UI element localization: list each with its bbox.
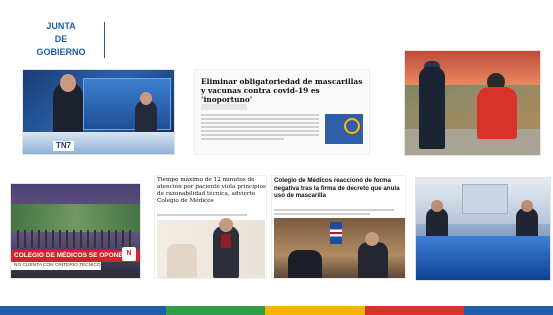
news-article-clip-decree: Colegio de Médicos reaccionó de forma ne… [271, 175, 406, 279]
guest-head [140, 92, 152, 105]
news-article-clip-attention-time: Tiempo máximo de 12 minutos de atención … [154, 175, 267, 279]
press-clippings-slide: JUNTA DE GOBIERNO TN7 Eliminar obligator… [0, 0, 553, 315]
tv-news-clip-colegio: COLEGIO DE MÉDICOS SE OPONE NO CUENTA CO… [10, 183, 141, 279]
rescue-team-photo [404, 50, 541, 156]
studio-desk [416, 236, 550, 280]
article-summary-lines [274, 209, 394, 217]
tv-interview-studio-clip [415, 177, 551, 281]
officer-silhouette [419, 67, 445, 149]
lower-third-banner: COLEGIO DE MÉDICOS SE OPONE [11, 250, 140, 262]
news-article-clip-masks-vaccines: Eliminar obligatoriedad de mascarillas y… [194, 69, 370, 155]
studio-screen [83, 78, 171, 130]
host-head [431, 200, 443, 212]
presenter-head [60, 74, 76, 92]
official-signing-silhouette [288, 250, 322, 278]
footer-stripe [165, 306, 266, 315]
tv-news-studio-clip: TN7 [22, 69, 175, 155]
studio-desk [23, 132, 174, 154]
guest-head [521, 200, 533, 212]
costa-rica-flag [330, 222, 342, 244]
byline [157, 214, 247, 216]
logo-line-1: JUNTA [46, 21, 76, 31]
lower-third-subtitle: NO CUENTA CON CRITERIO TÉCNICO [11, 262, 102, 270]
official-head [365, 232, 379, 246]
footer-stripe [265, 306, 365, 315]
channel-logo: N [122, 247, 136, 261]
studio-screen [462, 184, 508, 214]
background-trees [11, 204, 140, 232]
medic-red-uniform [477, 87, 517, 139]
subtitle-text: NO CUENTA CON CRITERIO TÉCNICO [14, 263, 101, 268]
logo-line-2: DE [54, 34, 68, 44]
article-headline: Colegio de Médicos reaccionó de forma ne… [274, 177, 400, 200]
doctor-tie [221, 234, 231, 248]
fence [17, 230, 135, 248]
guest-silhouette [516, 208, 538, 238]
doctor-head [219, 218, 233, 232]
advertisement-image [325, 114, 363, 144]
logo-divider [104, 22, 105, 58]
article-body-lines [201, 114, 319, 142]
footer-stripe [364, 306, 465, 315]
article-headline: Tiempo máximo de 12 minutos de atención … [157, 177, 266, 204]
footer-stripe [464, 306, 553, 315]
host-silhouette [426, 208, 448, 238]
logo-line-3: GOBIERNO [36, 47, 86, 57]
article-headline: Eliminar obligatoriedad de mascarillas y… [201, 77, 363, 104]
official-standing-silhouette [358, 242, 388, 278]
footer-color-stripe [0, 306, 553, 315]
footer-stripe [0, 306, 166, 315]
patient-silhouette [167, 244, 197, 278]
lower-third-text: COLEGIO DE MÉDICOS SE OPONE [14, 252, 123, 259]
junta-de-gobierno-logo: JUNTA DE GOBIERNO [26, 20, 96, 59]
share-bar [201, 104, 247, 110]
channel-bug: TN7 [53, 141, 75, 151]
